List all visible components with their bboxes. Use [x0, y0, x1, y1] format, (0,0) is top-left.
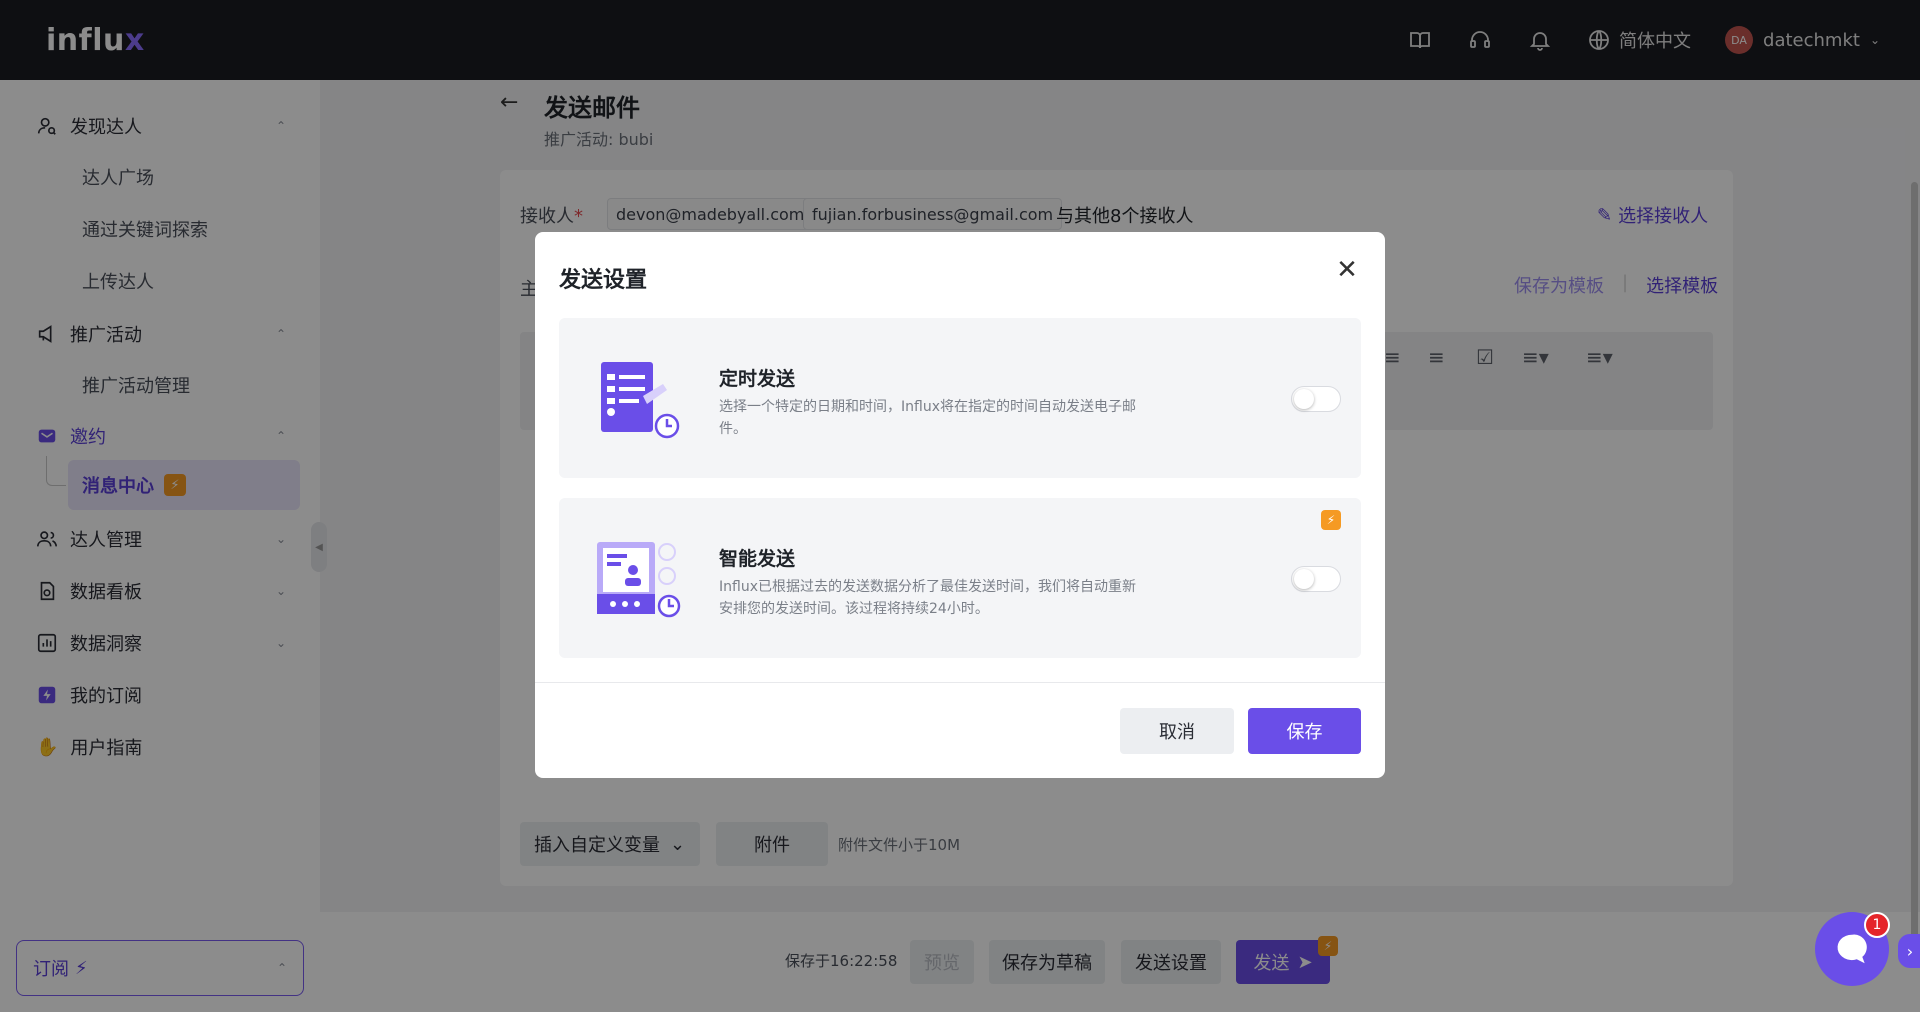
save-button[interactable]: 保存 [1248, 708, 1361, 754]
toggle-knob [1294, 569, 1314, 589]
unread-badge: 1 [1864, 912, 1890, 938]
scheduled-send-toggle[interactable] [1291, 386, 1341, 412]
chevron-right-icon[interactable]: › [1898, 934, 1920, 968]
calendar-clock-icon [601, 362, 680, 439]
option-smart-send: ⚡ 智能发送 Influx已根据过去的发送数据分析了最佳发送时间，我们将自动重新… [559, 498, 1361, 658]
bolt-icon: ⚡ [1321, 510, 1341, 530]
cancel-button[interactable]: 取消 [1120, 708, 1234, 754]
divider [535, 682, 1385, 683]
option-title: 定时发送 [719, 368, 796, 390]
option-title: 智能发送 [719, 548, 796, 570]
toggle-knob [1294, 389, 1314, 409]
smart-send-toggle[interactable] [1291, 566, 1341, 592]
option-description: Influx已根据过去的发送数据分析了最佳发送时间，我们将自动重新安排您的发送时… [719, 579, 1136, 617]
option-description: 选择一个特定的日期和时间，Influx将在指定的时间自动发送电子邮件。 [719, 399, 1136, 437]
modal-title: 发送设置 [559, 268, 648, 293]
profile-card-icon [597, 542, 681, 618]
send-settings-modal: 发送设置 ✕ 定时发送 选择一个特定的日期和时间，Influx将在指定的时间自动… [535, 232, 1385, 778]
chat-bubble-icon [1837, 934, 1867, 964]
option-scheduled-send: 定时发送 选择一个特定的日期和时间，Influx将在指定的时间自动发送电子邮件。 [559, 318, 1361, 478]
close-icon[interactable]: ✕ [1333, 256, 1361, 284]
